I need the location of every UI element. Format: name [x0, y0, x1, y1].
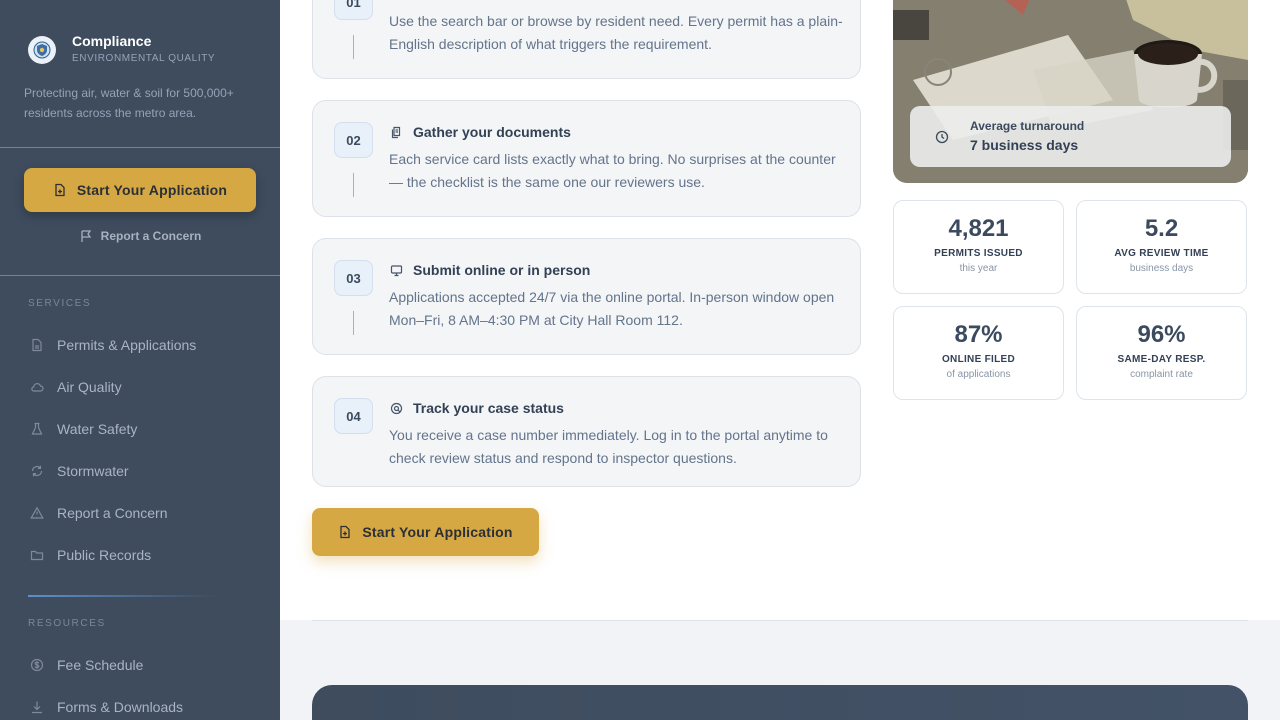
stat-value: 5.2 [1144, 215, 1179, 242]
nav-item-label: Stormwater [57, 463, 129, 479]
refresh-icon [31, 465, 43, 477]
nav-item-label: Report a Concern [57, 505, 168, 521]
download-icon [32, 701, 42, 714]
document-icon [32, 338, 42, 352]
nav-item-fee-schedule[interactable]: Fee Schedule [30, 655, 143, 675]
step-description: You receive a case number immediately. L… [389, 427, 828, 466]
step-description: Use the search bar or browse by resident… [389, 13, 843, 52]
report-concern-link[interactable]: Report a Concern [0, 229, 280, 243]
nav-item-stormwater[interactable]: Stormwater [30, 461, 129, 481]
stat-card-same-day-response: 96% SAME-DAY RESP. complaint rate [1076, 306, 1247, 400]
sidebar: Compliance ENVIRONMENTAL QUALITY Protect… [0, 0, 280, 720]
nav-item-label: Water Safety [57, 421, 138, 437]
nav-item-label: Air Quality [57, 379, 122, 395]
stat-label: ONLINE FILED [941, 354, 1016, 365]
step-title: Gather your documents [413, 124, 571, 140]
start-application-button[interactable]: Start Your Application [24, 168, 256, 212]
brand[interactable]: Compliance ENVIRONMENTAL QUALITY [28, 32, 215, 66]
step-number: 01 [334, 0, 373, 20]
cloud-icon [31, 383, 44, 392]
brand-subtitle: ENVIRONMENTAL QUALITY [72, 53, 216, 64]
step-connector [353, 173, 354, 197]
stat-label: SAME-DAY RESP. [1117, 354, 1206, 365]
step-card: 04 Track your case status You receive a … [312, 376, 861, 487]
dark-banner [312, 685, 1248, 720]
step-heading: Submit online or in person [390, 262, 590, 278]
stat-sublabel: this year [959, 263, 998, 274]
section-divider [312, 620, 1248, 621]
nav-item-label: Forms & Downloads [57, 699, 184, 715]
stat-label: PERMITS ISSUED [934, 248, 1023, 259]
step-card: 01 Use the search bar or browse by resid… [312, 0, 861, 79]
report-concern-label: Report a Concern [100, 229, 202, 243]
stat-card-permits-issued: 4,821 PERMITS ISSUED this year [893, 200, 1064, 294]
step-connector [353, 311, 354, 335]
track-status-icon [390, 402, 403, 414]
nav-item-air-quality[interactable]: Air Quality [30, 377, 122, 397]
step-heading: Gather your documents [390, 124, 571, 140]
stat-label: AVG REVIEW TIME [1114, 248, 1209, 259]
nav-item-report-concern[interactable]: Report a Concern [30, 503, 168, 523]
step-card: 03 Submit online or in person Applicatio… [312, 238, 861, 355]
nav-item-label: Permits & Applications [57, 337, 197, 353]
stat-sublabel: complaint rate [1130, 369, 1193, 380]
divider [0, 147, 280, 148]
stat-card-avg-review-time: 5.2 AVG REVIEW TIME business days [1076, 200, 1247, 294]
section-accent-line [28, 595, 218, 597]
step-card: 02 Gather your documents Each service ca… [312, 100, 861, 217]
nav-item-water-safety[interactable]: Water Safety [30, 419, 137, 439]
start-application-label: Start Your Application [362, 524, 513, 540]
documents-icon [391, 126, 401, 138]
nav-item-public-records[interactable]: Public Records [30, 545, 151, 565]
step-connector [353, 35, 354, 59]
stat-sublabel: business days [1129, 263, 1194, 274]
start-application-label: Start Your Application [76, 182, 228, 198]
nav-item-label: Fee Schedule [57, 657, 144, 673]
nav-item-permits[interactable]: Permits & Applications [30, 335, 196, 355]
resources-heading: RESOURCES [28, 618, 106, 629]
step-number: 04 [334, 398, 373, 434]
warning-icon [30, 506, 44, 519]
turnaround-value: 7 business days [970, 137, 1079, 153]
document-plus-icon [55, 183, 65, 197]
step-heading: Track your case status [390, 400, 564, 416]
monitor-icon [390, 264, 403, 276]
mission-statement: Protecting air, water & soil for 500,000… [24, 86, 234, 120]
step-title: Submit online or in person [413, 262, 591, 278]
average-turnaround-card: Average turnaround 7 business days [910, 106, 1231, 167]
step-title: Track your case status [413, 400, 564, 416]
shield-logo-icon [28, 36, 56, 64]
stat-sublabel: of applications [946, 369, 1011, 380]
nav-item-forms-downloads[interactable]: Forms & Downloads [30, 697, 183, 717]
stat-value: 87% [954, 321, 1003, 348]
stat-value: 96% [1137, 321, 1186, 348]
step-number: 02 [334, 122, 373, 158]
step-description: Each service card lists exactly what to … [389, 151, 836, 190]
stat-card-online-filed: 87% ONLINE FILED of applications [893, 306, 1064, 400]
dollar-icon [30, 658, 44, 672]
flag-icon [81, 230, 91, 242]
step-number: 03 [334, 260, 373, 296]
divider [0, 275, 280, 276]
folder-icon [30, 550, 44, 561]
nav-item-label: Public Records [57, 547, 152, 563]
flask-icon [31, 422, 43, 435]
document-plus-icon [340, 525, 350, 539]
turnaround-label: Average turnaround [970, 119, 1085, 133]
start-application-button[interactable]: Start Your Application [312, 508, 539, 556]
brand-title: Compliance [72, 33, 152, 49]
services-heading: SERVICES [28, 298, 92, 309]
stat-value: 4,821 [948, 215, 1009, 242]
clock-icon [935, 130, 949, 143]
step-description: Applications accepted 24/7 via the onlin… [389, 289, 835, 328]
